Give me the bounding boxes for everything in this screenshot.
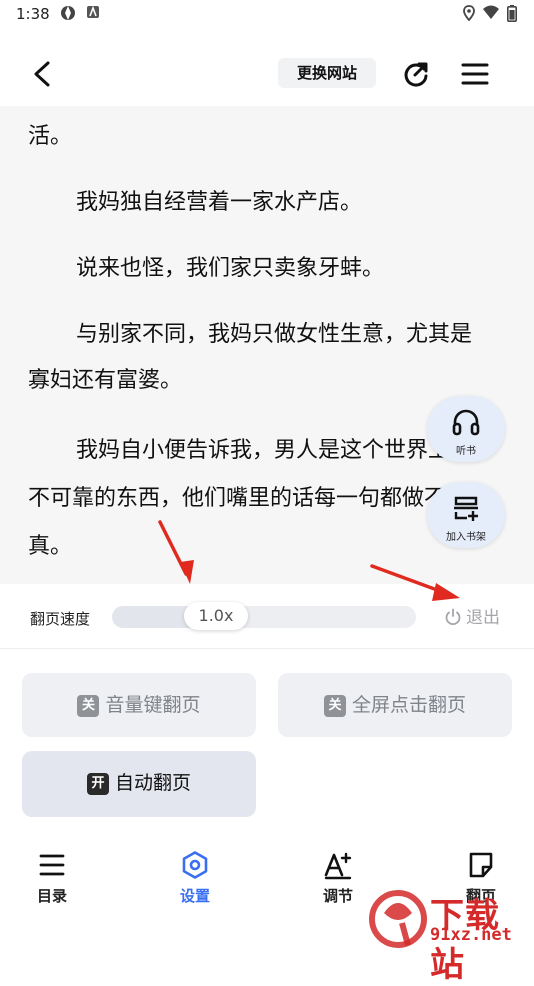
- auto-page-label: 自动翻页: [114, 772, 191, 794]
- auto-page-toggle[interactable]: 开自动翻页: [22, 751, 256, 817]
- chevron-left-icon: [34, 61, 50, 87]
- text-line: 说来也怪，我们家只卖象牙蚌。: [76, 256, 385, 281]
- menu-button[interactable]: [459, 58, 491, 90]
- nav-contents[interactable]: 目录: [12, 850, 92, 906]
- listen-button[interactable]: 听书: [427, 396, 505, 462]
- page-speed-thumb[interactable]: 1.0x: [184, 602, 248, 630]
- app-notification-icon: [86, 5, 100, 23]
- panel-divider: [0, 648, 534, 649]
- headphones-icon: [452, 409, 480, 436]
- exit-auto-page-button[interactable]: 退出: [444, 604, 500, 632]
- off-badge: 关: [323, 695, 346, 717]
- add-bookshelf-label: 加入书架: [446, 532, 486, 543]
- settings-hexagon-icon: [182, 851, 208, 879]
- battery-icon: [507, 5, 517, 26]
- exit-label: 退出: [466, 608, 500, 628]
- aperture-icon: [60, 5, 76, 25]
- volume-key-label: 音量键翻页: [105, 694, 201, 716]
- volume-key-page-toggle[interactable]: 关音量键翻页: [22, 673, 256, 737]
- page-curl-icon: [469, 852, 493, 878]
- text-line: 我妈独自经营着一家水产店。: [76, 190, 363, 215]
- status-time: 1:38: [16, 5, 50, 23]
- switch-site-button[interactable]: 更换网站: [278, 58, 376, 88]
- power-icon: [445, 608, 461, 626]
- reader-toolbar: 更换网站: [0, 40, 534, 106]
- fullscreen-tap-page-toggle[interactable]: 关全屏点击翻页: [278, 673, 512, 737]
- contents-list-icon: [39, 854, 65, 876]
- reading-area[interactable]: 活。 我妈独自经营着一家水产店。 说来也怪，我们家只卖象牙蚌。 与别家不同，我妈…: [0, 106, 534, 584]
- refresh-button[interactable]: [399, 57, 433, 91]
- nav-settings-label: 设置: [179, 887, 210, 905]
- off-badge: 关: [77, 695, 100, 717]
- on-badge: 开: [86, 773, 109, 795]
- watermark-url: 91xz.net: [430, 925, 512, 945]
- bookshelf-add-icon: [454, 496, 478, 521]
- text-line: 活。: [28, 124, 73, 149]
- text-line: 与别家不同，我妈只做女性生意，尤其是: [76, 322, 473, 347]
- status-bar: 1:38: [0, 0, 534, 30]
- font-size-icon: [324, 852, 352, 880]
- location-icon: [463, 5, 475, 25]
- text-line: 寡妇还有富婆。: [28, 368, 183, 393]
- fullscreen-tap-label: 全屏点击翻页: [351, 694, 466, 716]
- hamburger-menu-icon: [461, 63, 489, 85]
- refresh-share-icon: [404, 62, 428, 87]
- wifi-icon: [482, 5, 500, 24]
- nav-settings[interactable]: 设置: [155, 850, 235, 906]
- back-button[interactable]: [24, 54, 64, 94]
- add-bookshelf-button[interactable]: 加入书架: [427, 482, 505, 548]
- page-speed-label: 翻页速度: [30, 610, 91, 628]
- listen-label: 听书: [456, 446, 476, 457]
- page-speed-slider[interactable]: 1.0x: [112, 602, 416, 630]
- nav-contents-label: 目录: [36, 887, 67, 905]
